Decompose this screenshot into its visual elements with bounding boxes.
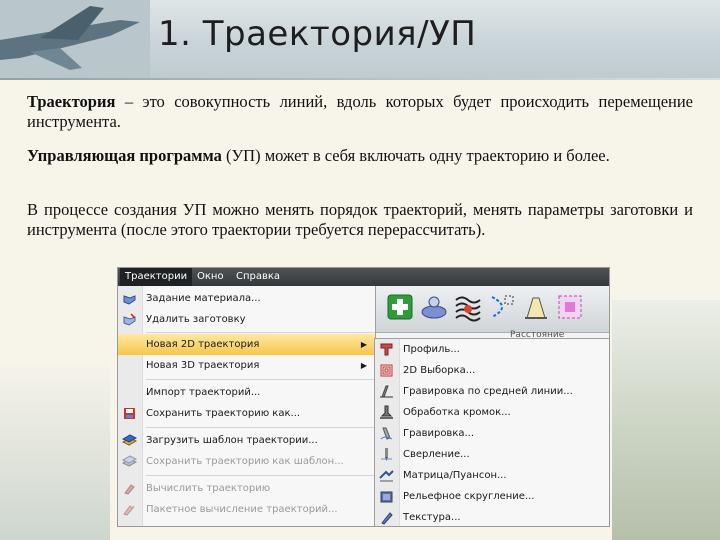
dotted-curve-icon[interactable] (487, 292, 517, 322)
pocket-icon (380, 364, 393, 377)
trajectories-menu: Задание материала... Удалить заготовку Н… (118, 286, 376, 526)
drill-icon (381, 448, 392, 461)
save-icon (124, 408, 135, 419)
menu-window[interactable]: Окно (192, 268, 229, 286)
term: Управляющая программа (27, 146, 222, 165)
app-screenshot: Траектории Окно Справка Расстояние Задан… (117, 267, 610, 527)
submenu-arrow-icon: ▶ (360, 361, 367, 370)
menu-item-compute-trajectory[interactable]: Вычислить траекторию (118, 478, 375, 499)
aircraft-icon (0, 0, 150, 78)
menu-item-import-trajectories[interactable]: Импорт траекторий... (118, 382, 375, 403)
new-2d-trajectory-submenu: Профиль... 2D Выборка... Гравировка по с… (374, 338, 609, 526)
term: Траектория (27, 92, 116, 111)
tool-disk-icon[interactable] (419, 292, 449, 322)
submenu-arrow-icon: ▶ (360, 340, 367, 349)
submenu-item-matrix-punch[interactable]: Матрица/Пуансон... (375, 465, 609, 486)
menu-help[interactable]: Справка (231, 268, 285, 286)
menu-item-new-2d-trajectory[interactable]: Новая 2D траектория ▶ (118, 334, 375, 355)
matrix-icon (379, 470, 394, 482)
definition: В процессе создания УП можно менять поря… (27, 200, 693, 239)
engrave-icon (380, 427, 393, 440)
menu-trajectories[interactable]: Траектории (120, 268, 193, 286)
menu-item-set-material[interactable]: Задание материала... (118, 288, 375, 309)
paragraph-program: Управляющая программа (УП) может в себя … (27, 146, 693, 166)
submenu-item-edge-processing[interactable]: Обработка кромок... (375, 402, 609, 423)
save-template-icon (122, 455, 137, 467)
relief-fillet-icon (380, 491, 393, 503)
paragraph-trajectory: Траектория – это совокупность линий, вдо… (27, 92, 693, 132)
grid-select-icon[interactable] (555, 292, 585, 322)
profile-icon (380, 343, 393, 356)
submenu-item-drilling[interactable]: Сверление... (375, 444, 609, 465)
batch-compute-icon (123, 505, 135, 516)
menu-item-save-trajectory-as[interactable]: Сохранить траекторию как... (118, 403, 375, 424)
edge-icon (380, 405, 393, 419)
delete-blank-icon (123, 313, 136, 326)
menu-item-delete-blank[interactable]: Удалить заготовку (118, 309, 375, 330)
header-divider (0, 78, 720, 80)
bell-shape-icon[interactable] (521, 292, 551, 322)
menu-item-batch-compute[interactable]: Пакетное вычисление траекторий... (118, 499, 375, 520)
material-icon (123, 295, 136, 305)
load-template-icon (122, 434, 137, 446)
background-decoration-right (612, 300, 720, 540)
paragraph-process: В процессе создания УП можно менять поря… (27, 200, 693, 240)
wave-pattern-icon[interactable] (453, 292, 483, 322)
submenu-item-engraving[interactable]: Гравировка... (375, 423, 609, 444)
add-green-icon[interactable] (385, 292, 415, 322)
definition: – это совокупность линий, вдоль которых … (27, 92, 693, 131)
submenu-item-2d-pocket[interactable]: 2D Выборка... (375, 360, 609, 381)
texture-icon (381, 512, 393, 525)
definition: (УП) может в себя включать одну траектор… (221, 146, 610, 165)
background-decoration-left (0, 360, 110, 540)
toolbar (375, 286, 609, 333)
menu-item-new-3d-trajectory[interactable]: Новая 3D траектория ▶ (118, 355, 375, 376)
slide-header: 1. Траектория/УП (0, 0, 720, 78)
submenu-item-relief-fillet[interactable]: Рельефное скругление... (375, 486, 609, 507)
menu-item-load-template[interactable]: Загрузить шаблон траектории... (118, 430, 375, 451)
compute-icon (124, 484, 135, 495)
submenu-item-profile[interactable]: Профиль... (375, 339, 609, 360)
menu-item-save-as-template[interactable]: Сохранить траекторию как шаблон... (118, 451, 375, 472)
centerline-engrave-icon (380, 385, 393, 398)
slide-title: 1. Траектория/УП (158, 14, 477, 54)
menu-bar: Траектории Окно Справка (118, 268, 609, 286)
submenu-item-centerline-engraving[interactable]: Гравировка по средней линии... (375, 381, 609, 402)
submenu-item-texture[interactable]: Текстура... (375, 507, 609, 526)
